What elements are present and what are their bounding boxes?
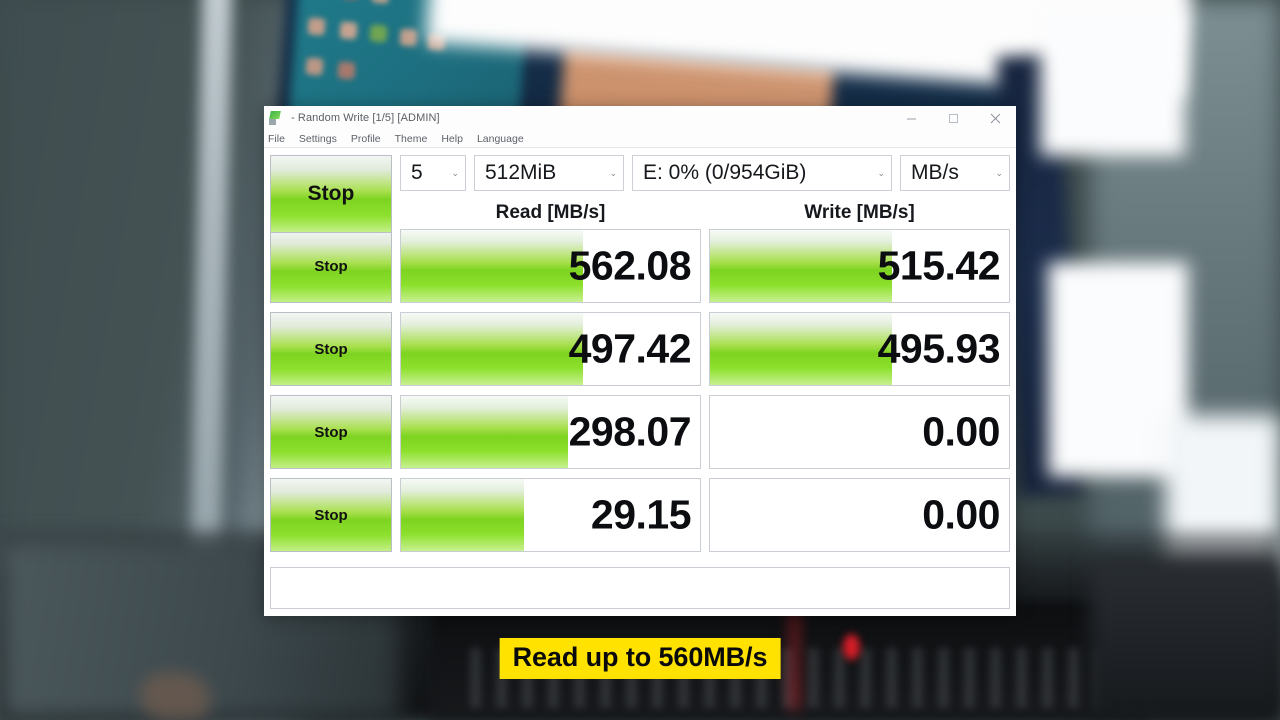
write-value: 0.00 — [922, 491, 1000, 538]
chevron-down-icon: ⌄ — [451, 167, 459, 178]
write-value: 495.93 — [877, 325, 1001, 372]
crystaldiskmark-window: - Random Write [1/5] [ADMIN] File Settin… — [264, 106, 1016, 616]
read-progress-bar — [401, 230, 584, 302]
background-window-pane — [1040, 8, 1185, 156]
read-column-header: Read [MB/s] — [495, 202, 606, 223]
test-size-value: 512MiB — [485, 161, 557, 184]
crystaldiskmark-icon — [269, 110, 284, 126]
menu-item-file[interactable]: File — [268, 133, 285, 145]
write-result-cell: 0.00 — [709, 395, 1010, 469]
test-count-value: 5 — [411, 161, 423, 184]
table-row: Stop 562.08 515.42 — [270, 229, 1010, 303]
window-controls — [890, 106, 1016, 130]
row-stop-button-label: Stop — [314, 257, 348, 275]
write-result-cell: 495.93 — [709, 312, 1010, 386]
test-count-dropdown[interactable]: 5 ⌄ — [400, 155, 466, 191]
background-red-light-streak — [790, 610, 799, 710]
menu-item-language[interactable]: Language — [477, 133, 524, 145]
menu-item-theme[interactable]: Theme — [395, 133, 428, 145]
row-stop-button[interactable]: Stop — [270, 229, 392, 303]
write-progress-bar — [710, 313, 893, 385]
chevron-down-icon: ⌄ — [877, 167, 885, 178]
read-result-cell: 29.15 — [400, 478, 701, 552]
row-stop-button[interactable]: Stop — [270, 395, 392, 469]
window-title: - Random Write [1/5] [ADMIN] — [291, 112, 440, 124]
background-desktop-icon — [339, 21, 358, 40]
chevron-down-icon: ⌄ — [609, 167, 617, 178]
table-row: Stop 29.15 0.00 — [270, 478, 1010, 552]
menu-bar: File Settings Profile Theme Help Languag… — [264, 130, 1016, 148]
read-result-cell: 562.08 — [400, 229, 701, 303]
window-body: 5 ⌄ 512MiB ⌄ E: 0% (0/954GiB) ⌄ MB/s ⌄ S… — [264, 148, 1016, 616]
read-progress-bar — [401, 479, 524, 551]
all-stop-button[interactable]: Stop — [270, 155, 392, 233]
background-hand — [140, 672, 210, 720]
read-value: 298.07 — [568, 408, 692, 455]
row-stop-button[interactable]: Stop — [270, 312, 392, 386]
background-desktop-icon — [369, 24, 388, 43]
background-desktop-icon — [307, 17, 326, 36]
test-size-dropdown[interactable]: 512MiB ⌄ — [474, 155, 624, 191]
read-progress-bar — [401, 313, 584, 385]
write-value: 515.42 — [877, 242, 1001, 289]
write-result-cell: 515.42 — [709, 229, 1010, 303]
minimize-icon[interactable] — [890, 106, 932, 130]
row-stop-button-label: Stop — [314, 423, 348, 441]
all-stop-button-label: Stop — [307, 182, 355, 205]
chevron-down-icon: ⌄ — [995, 167, 1003, 178]
table-row: Stop 497.42 495.93 — [270, 312, 1010, 386]
close-icon[interactable] — [974, 106, 1016, 130]
read-result-cell: 497.42 — [400, 312, 701, 386]
read-result-cell: 298.07 — [400, 395, 701, 469]
maximize-icon[interactable] — [932, 106, 974, 130]
read-value: 562.08 — [568, 242, 692, 289]
read-value: 29.15 — [590, 491, 692, 538]
write-column-header: Write [MB/s] — [804, 202, 915, 223]
read-progress-bar — [401, 396, 569, 468]
drive-value: E: 0% (0/954GiB) — [643, 161, 807, 184]
status-bar — [270, 567, 1010, 609]
menu-item-profile[interactable]: Profile — [351, 133, 381, 145]
write-value: 0.00 — [922, 408, 1000, 455]
write-result-cell: 0.00 — [709, 478, 1010, 552]
write-progress-bar — [710, 230, 893, 302]
drive-dropdown[interactable]: E: 0% (0/954GiB) ⌄ — [632, 155, 892, 191]
background-desktop-icon — [337, 61, 356, 80]
background-desktop-icon — [305, 57, 324, 76]
unit-dropdown[interactable]: MB/s ⌄ — [900, 155, 1010, 191]
unit-value: MB/s — [911, 161, 959, 184]
background-desktop-icon — [399, 28, 418, 47]
row-stop-button[interactable]: Stop — [270, 478, 392, 552]
menu-item-settings[interactable]: Settings — [299, 133, 337, 145]
subtitle-caption: Read up to 560MB/s — [499, 638, 781, 679]
background-pc-tower — [1090, 560, 1280, 720]
title-bar[interactable]: - Random Write [1/5] [ADMIN] — [264, 106, 1016, 130]
read-value: 497.42 — [568, 325, 692, 372]
background-red-led — [843, 634, 860, 660]
table-row: Stop 298.07 0.00 — [270, 395, 1010, 469]
menu-item-help[interactable]: Help — [441, 133, 463, 145]
row-stop-button-label: Stop — [314, 506, 348, 524]
row-stop-button-label: Stop — [314, 340, 348, 358]
